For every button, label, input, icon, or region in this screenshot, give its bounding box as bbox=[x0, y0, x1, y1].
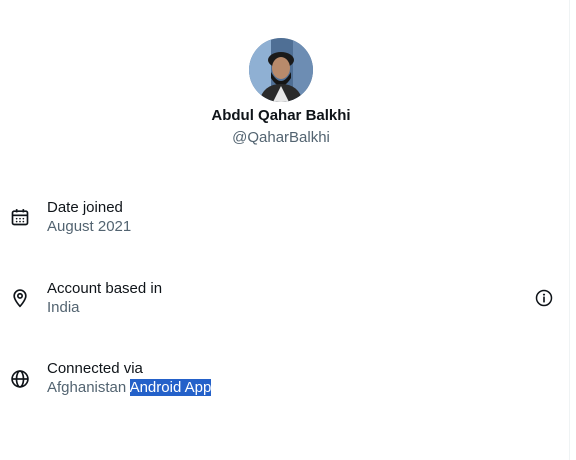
avatar[interactable] bbox=[249, 38, 313, 102]
location-pin-icon bbox=[13, 289, 27, 308]
account-based-in-row: Account based in India bbox=[0, 280, 562, 340]
connected-via-app-selected: Android App bbox=[129, 379, 212, 396]
connected-via-value: Afghanistan Android App bbox=[47, 379, 212, 396]
account-based-in-label: Account based in bbox=[47, 280, 163, 297]
profile-handle: @QaharBalkhi bbox=[232, 129, 330, 146]
date-joined-row: Date joined August 2021 bbox=[0, 199, 562, 259]
account-based-in-value: India bbox=[47, 299, 80, 316]
info-icon[interactable] bbox=[535, 289, 553, 307]
connected-via-row: Connected via Afghanistan Android App bbox=[0, 360, 562, 420]
date-joined-value: August 2021 bbox=[47, 218, 132, 235]
globe-icon bbox=[11, 370, 29, 388]
panel-border bbox=[569, 0, 570, 460]
calendar-icon bbox=[11, 209, 29, 226]
profile-name: Abdul Qahar Balkhi bbox=[211, 107, 351, 124]
connected-via-label: Connected via bbox=[47, 360, 143, 377]
date-joined-label: Date joined bbox=[47, 199, 123, 216]
connected-via-country: Afghanistan bbox=[47, 379, 127, 396]
avatar-image bbox=[249, 38, 313, 102]
